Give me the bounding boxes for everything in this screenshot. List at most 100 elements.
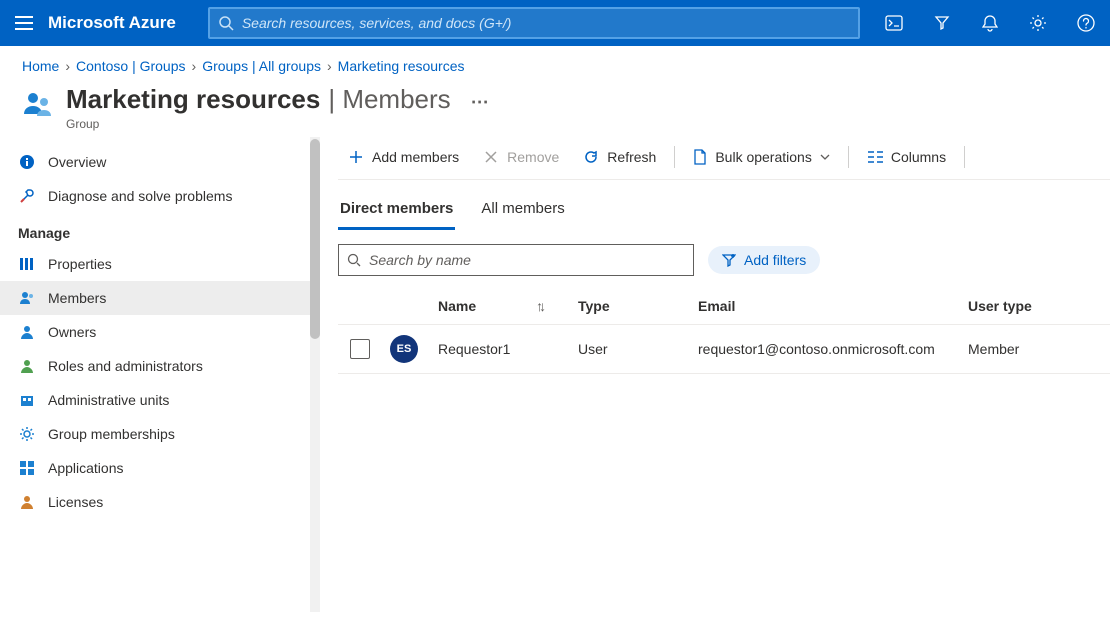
sidebar-item-label: Licenses [48, 494, 103, 510]
cell-type: User [578, 341, 698, 357]
search-icon [218, 15, 234, 31]
breadcrumb-sep: › [327, 58, 332, 74]
admin-units-icon [18, 391, 36, 409]
sidebar-item-label: Overview [48, 154, 106, 170]
refresh-button[interactable]: Refresh [573, 143, 666, 171]
sidebar-item-overview[interactable]: Overview [0, 145, 320, 179]
refresh-icon [583, 149, 599, 165]
sidebar-item-label: Applications [48, 460, 124, 476]
page-caption: Group [66, 117, 489, 131]
sidebar-item-diagnose[interactable]: Diagnose and solve problems [0, 179, 320, 213]
cmd-separator [674, 146, 675, 168]
table-row[interactable]: ES Requestor1 User requestor1@contoso.on… [338, 325, 1110, 374]
th-name[interactable]: Name [438, 298, 476, 314]
sidebar-heading-manage: Manage [0, 213, 320, 247]
settings-icon[interactable] [1014, 0, 1062, 46]
sidebar-item-owners[interactable]: Owners [0, 315, 320, 349]
menu-icon[interactable] [0, 16, 48, 30]
sidebar-item-applications[interactable]: Applications [0, 451, 320, 485]
breadcrumb-sep: › [192, 58, 197, 74]
sidebar-item-group-memberships[interactable]: Group memberships [0, 417, 320, 451]
add-filters-button[interactable]: Add filters [708, 246, 820, 274]
cmd-label: Refresh [607, 149, 656, 165]
chevron-down-icon [820, 154, 830, 160]
sidebar-item-label: Group memberships [48, 426, 175, 442]
apps-icon [18, 459, 36, 477]
global-search[interactable] [208, 7, 860, 39]
sidebar-item-roles[interactable]: Roles and administrators [0, 349, 320, 383]
sidebar-item-label: Administrative units [48, 392, 169, 408]
breadcrumb: Home › Contoso | Groups › Groups | All g… [0, 46, 1110, 74]
sidebar-scrollbar[interactable] [310, 137, 320, 612]
row-checkbox[interactable] [350, 339, 370, 359]
notifications-icon[interactable] [966, 0, 1014, 46]
tab-all-members[interactable]: All members [479, 194, 566, 230]
directory-filter-icon[interactable] [918, 0, 966, 46]
cell-name: Requestor1 [438, 341, 578, 357]
avatar: ES [390, 335, 418, 363]
cmd-label: Add members [372, 149, 459, 165]
breadcrumb-current[interactable]: Marketing resources [338, 58, 465, 74]
sidebar-item-label: Members [48, 290, 106, 306]
filter-icon [722, 253, 736, 267]
sort-icon[interactable]: ↑↓ [536, 298, 542, 314]
add-members-button[interactable]: Add members [338, 143, 469, 171]
cell-usertype: Member [968, 341, 1078, 357]
cell-email: requestor1@contoso.onmicrosoft.com [698, 341, 968, 357]
page-subtitle: Members [342, 84, 450, 114]
brand-label[interactable]: Microsoft Azure [48, 13, 198, 33]
page-title: Marketing resources [66, 84, 320, 115]
tab-direct-members[interactable]: Direct members [338, 194, 455, 230]
gear-icon [18, 425, 36, 443]
breadcrumb-groups[interactable]: Groups | All groups [202, 58, 321, 74]
member-tabs: Direct members All members [338, 180, 1110, 230]
add-filters-label: Add filters [744, 252, 806, 268]
th-type[interactable]: Type [578, 298, 698, 314]
bulk-operations-button[interactable]: Bulk operations [683, 143, 840, 171]
sidebar-item-label: Properties [48, 256, 112, 272]
more-actions-icon[interactable]: ⋯ [471, 92, 489, 113]
global-search-input[interactable] [242, 15, 858, 31]
members-icon [18, 289, 36, 307]
command-bar: Add members Remove Refresh Bulk operatio… [338, 137, 1110, 180]
columns-button[interactable]: Columns [857, 143, 956, 171]
properties-icon [18, 255, 36, 273]
cloud-shell-icon[interactable] [870, 0, 918, 46]
cmd-separator [848, 146, 849, 168]
cmd-label: Remove [507, 149, 559, 165]
owners-icon [18, 323, 36, 341]
sidebar-item-licenses[interactable]: Licenses [0, 485, 320, 519]
breadcrumb-home[interactable]: Home [22, 58, 59, 74]
member-search[interactable] [338, 244, 694, 276]
page-header: Marketing resources | Members ⋯ Group [0, 74, 1110, 137]
sidebar: « Overview Diagnose and solve problems M… [0, 137, 320, 612]
th-usertype[interactable]: User type [968, 298, 1078, 314]
sidebar-item-properties[interactable]: Properties [0, 247, 320, 281]
licenses-icon [18, 493, 36, 511]
sidebar-item-label: Owners [48, 324, 96, 340]
top-icon-group [870, 0, 1110, 46]
breadcrumb-sep: › [65, 58, 70, 74]
sidebar-item-admin-units[interactable]: Administrative units [0, 383, 320, 417]
member-search-input[interactable] [369, 252, 685, 268]
breadcrumb-contoso[interactable]: Contoso | Groups [76, 58, 185, 74]
members-table: Name ↑↓ Type Email User type ES Requestor… [338, 288, 1110, 374]
wrench-icon [18, 187, 36, 205]
top-bar: Microsoft Azure [0, 0, 1110, 46]
columns-icon [867, 150, 883, 164]
cmd-label: Bulk operations [715, 149, 812, 165]
sidebar-item-label: Roles and administrators [48, 358, 203, 374]
table-header: Name ↑↓ Type Email User type [338, 288, 1110, 325]
th-email[interactable]: Email [698, 298, 968, 314]
cmd-label: Columns [891, 149, 946, 165]
roles-icon [18, 357, 36, 375]
help-icon[interactable] [1062, 0, 1110, 46]
group-icon [22, 88, 54, 120]
x-icon [483, 149, 499, 165]
plus-icon [348, 149, 364, 165]
sidebar-item-members[interactable]: Members [0, 281, 320, 315]
info-icon [18, 153, 36, 171]
document-icon [693, 149, 707, 165]
filter-row: Add filters [338, 230, 1110, 288]
remove-button: Remove [473, 143, 569, 171]
